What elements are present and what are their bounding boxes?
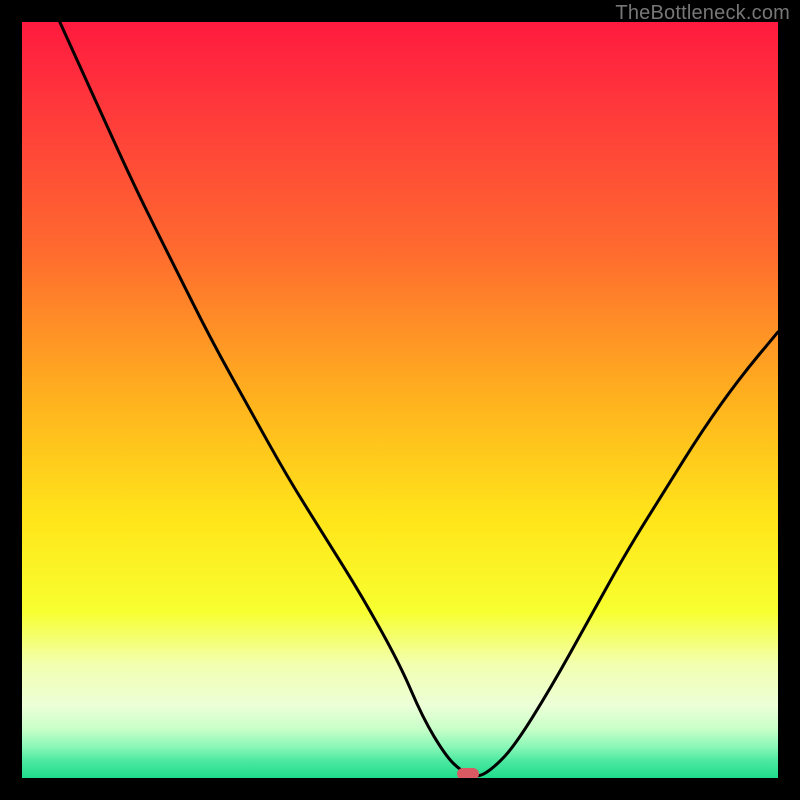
bottleneck-curve [22,22,778,778]
watermark-text: TheBottleneck.com [615,2,790,25]
plot-area [22,22,778,778]
optimal-point-marker [457,768,479,778]
chart-frame: TheBottleneck.com [0,0,800,800]
